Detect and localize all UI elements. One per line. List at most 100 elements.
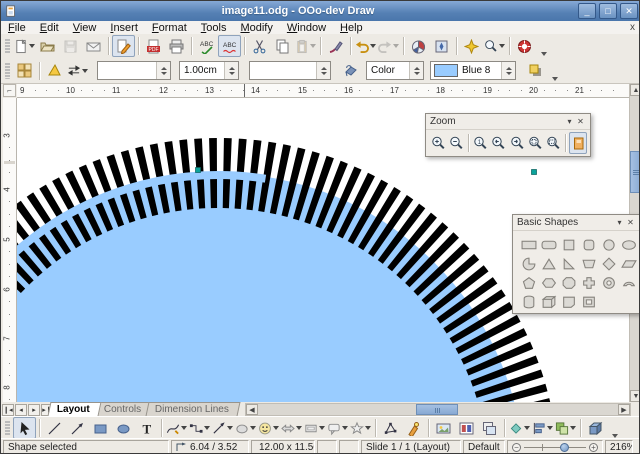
extrusion-button[interactable] [584,417,607,439]
dropdown-arrow-icon[interactable] [365,426,371,430]
scroll-down-button[interactable]: ▼ [630,390,640,402]
menu-file[interactable]: File [1,21,33,34]
menu-format[interactable]: Format [145,21,194,34]
zoom-panel-titlebar[interactable]: Zoom ▾ ✕ [426,114,590,130]
arrow-style-button[interactable] [66,60,89,82]
chart-button[interactable] [407,35,430,57]
menu-view[interactable]: View [66,21,104,34]
area-color-combo[interactable]: Blue 8 [430,61,516,80]
area-button[interactable] [339,60,362,82]
zoom-next-button[interactable] [508,132,526,154]
dropdown-arrow-icon[interactable] [393,44,399,48]
scroll-up-button[interactable]: ▲ [630,84,640,96]
dropdown-arrow-icon[interactable] [547,426,553,430]
menu-window[interactable]: Window [280,21,333,34]
dropdown-arrow-icon[interactable] [499,44,505,48]
dropdown-arrow-icon[interactable] [250,426,256,430]
tab-dimension-lines[interactable]: Dimension Lines [146,402,241,416]
gallery-button[interactable] [455,417,478,439]
dropdown-arrow-icon[interactable] [524,426,530,430]
edit-file-button[interactable] [112,35,135,57]
scroll-left-button[interactable]: ◀ [246,404,258,415]
line-button[interactable] [43,417,66,439]
edit-points-button[interactable] [43,60,66,82]
toolbar-overflow-button[interactable] [549,61,559,81]
flowchart-button[interactable] [303,417,326,439]
close-button[interactable]: ✕ [620,3,638,19]
line-style-spinner[interactable] [156,62,170,79]
menu-insert[interactable]: Insert [103,21,145,34]
shape-frame-button[interactable] [577,291,600,313]
horizontal-scroll-thumb[interactable] [416,404,458,415]
dropdown-arrow-icon[interactable] [570,426,576,430]
tab-layout[interactable]: Layout [48,402,102,416]
zoom-slider-knob[interactable] [560,443,569,452]
spellcheck-button[interactable]: ABC [195,35,218,57]
stars-button[interactable] [349,417,372,439]
help-button[interactable] [513,35,536,57]
redo-button[interactable] [377,35,400,57]
glue-points-button[interactable] [402,417,425,439]
dropdown-arrow-icon[interactable] [370,44,376,48]
dropdown-arrow-icon[interactable] [296,426,302,430]
print-button[interactable] [165,35,188,57]
copy-button[interactable] [271,35,294,57]
object-zoom-button[interactable] [569,132,587,154]
line-color-combo[interactable] [249,61,331,80]
select-button[interactable] [13,417,36,439]
insert-picture-button[interactable] [432,417,455,439]
maximize-button[interactable]: □ [599,3,617,19]
rotate-button[interactable] [508,417,531,439]
area-style-spinner[interactable] [409,62,423,79]
dropdown-arrow-icon[interactable] [273,426,279,430]
dropdown-arrow-icon[interactable] [342,426,348,430]
minimize-button[interactable]: _ [578,3,596,19]
shape-block-arc-button[interactable] [617,272,640,294]
title-bar[interactable]: image11.odg - OOo-dev Draw _□✕ [1,1,640,21]
dropdown-arrow-icon[interactable] [319,426,325,430]
zoom-in-button[interactable] [429,132,447,154]
toolbar-overflow-button[interactable] [609,418,619,438]
ellipse-button[interactable] [112,417,135,439]
horizontal-scrollbar[interactable]: ◀ ▶ [245,403,631,416]
line-width-field[interactable]: 1.00cm [179,61,239,80]
navigator-button[interactable] [430,35,453,57]
horizontal-ruler[interactable]: 9101112131415161718192021 [17,84,629,98]
save-button[interactable] [59,35,82,57]
selection-handle[interactable] [196,168,201,173]
basic-shapes-button[interactable] [234,417,257,439]
tab-nav-first-button[interactable]: ❙◂ [2,404,14,416]
curve-button[interactable] [165,417,188,439]
dropdown-arrow-icon[interactable] [181,426,187,430]
scroll-right-button[interactable]: ▶ [618,404,630,415]
area-color-spinner[interactable] [501,62,515,79]
panel-close-icon[interactable]: ✕ [575,116,586,127]
basic-shapes-panel[interactable]: Basic Shapes ▾ ✕ [512,214,640,314]
toolbar-grip[interactable] [5,38,10,55]
block-arrows-button[interactable] [280,417,303,439]
toolbar-overflow-button[interactable] [538,36,548,56]
line-color-spinner[interactable] [316,62,330,79]
ruler-origin-button[interactable]: ⌐ [3,84,16,97]
autospellcheck-button[interactable]: ABC [218,35,241,57]
cut-button[interactable] [248,35,271,57]
toolbar-grip[interactable] [5,62,10,80]
panel-close-icon[interactable]: ✕ [625,217,636,228]
vertical-ruler[interactable]: 345678 [3,98,17,402]
zoom-100-button[interactable]: 1 [472,132,490,154]
panel-menu-icon[interactable]: ▾ [614,217,625,228]
line-arrow-end-button[interactable] [66,417,89,439]
text-button[interactable]: T [135,417,158,439]
toolbar-grip[interactable] [5,420,10,435]
dropdown-arrow-icon[interactable] [204,426,210,430]
area-style-combo[interactable]: Color [366,61,424,80]
page-style[interactable]: Default [463,440,505,454]
zoom-page-button[interactable] [526,132,544,154]
alignment-button[interactable] [531,417,554,439]
styles-button[interactable] [13,60,36,82]
symbol-shapes-button[interactable] [257,417,280,439]
panel-menu-icon[interactable]: ▾ [564,116,575,127]
zoom-previous-button[interactable] [490,132,508,154]
rectangle-button[interactable] [89,417,112,439]
dropdown-arrow-icon[interactable] [82,69,88,73]
